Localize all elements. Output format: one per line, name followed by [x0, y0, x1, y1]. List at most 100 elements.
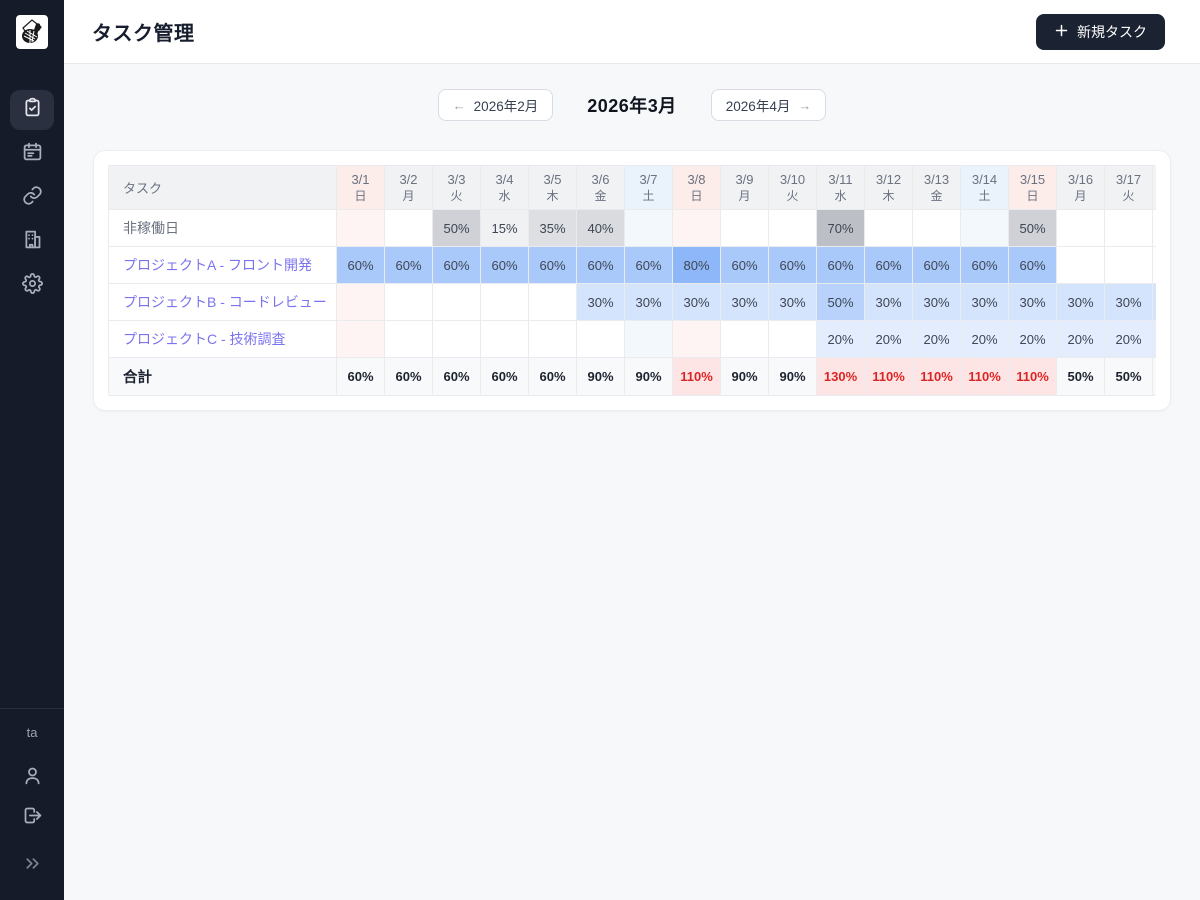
- date-header: 3/14 土: [960, 165, 1009, 210]
- collapse-sidebar-button[interactable]: [10, 846, 54, 886]
- allocation-cell: 20%: [1104, 320, 1153, 358]
- allocation-cell: [720, 209, 769, 247]
- user-icon: [22, 765, 43, 791]
- app-logo: [16, 15, 48, 49]
- allocation-cell: [576, 320, 625, 358]
- total-cell: 110%: [1008, 357, 1057, 396]
- plus-icon: [1054, 23, 1069, 41]
- date-header: 3/7 土: [624, 165, 673, 210]
- date-header: 3/17 火: [1104, 165, 1153, 210]
- calendar-icon: [22, 141, 43, 167]
- allocation-cell: [912, 209, 961, 247]
- allocation-cell: 50%: [816, 283, 865, 321]
- allocation-cell: [1056, 209, 1105, 247]
- date-header: 3/16 月: [1056, 165, 1105, 210]
- allocation-cell: [1152, 209, 1156, 247]
- allocation-cell: 20%: [1152, 320, 1156, 358]
- gear-icon: [21, 273, 43, 299]
- allocation-cell: [768, 209, 817, 247]
- task-row: プロジェクトB - コードレビュー 30% 30% 30% 30% 30% 50% 30% 30…: [108, 283, 1156, 321]
- sidebar: ta: [0, 0, 64, 900]
- allocation-cell: [528, 283, 577, 321]
- allocation-cell: 50%: [432, 209, 481, 247]
- task-column-header: タスク: [108, 165, 337, 210]
- allocation-cell: [672, 320, 721, 358]
- new-task-button-label: 新規タスク: [1077, 23, 1147, 40]
- allocation-cell: 60%: [960, 246, 1009, 284]
- task-row: 非稼働日 50% 15% 35% 40% 70% 50%: [108, 209, 1156, 247]
- row-label: 非稼働日: [108, 209, 337, 247]
- allocation-cell: 30%: [1008, 283, 1057, 321]
- sidebar-footer: ta: [0, 708, 64, 900]
- allocation-cell: 60%: [336, 246, 385, 284]
- prev-month-label: 2026年2月: [473, 99, 539, 114]
- allocation-cell: 80%: [672, 246, 721, 284]
- logo-image: [22, 19, 42, 43]
- allocation-cell: [720, 320, 769, 358]
- total-cell: 110%: [960, 357, 1009, 396]
- allocation-cell: 20%: [816, 320, 865, 358]
- allocation-cell: [768, 320, 817, 358]
- allocation-cell: 20%: [960, 320, 1009, 358]
- allocation-cell: [960, 209, 1009, 247]
- total-cell: 60%: [480, 357, 529, 396]
- table-clip: タスク 3/1 日 3/2 月 3/3 火 3/4 水 3/5 木 3/6 金 3/7 土 3/8 日 3/9 月 3…: [108, 165, 1156, 396]
- logout-button[interactable]: [10, 798, 54, 838]
- link-icon: [22, 185, 43, 211]
- total-cell: [1152, 357, 1156, 396]
- total-cell: 50%: [1056, 357, 1105, 396]
- chevrons-right-icon: [22, 853, 43, 879]
- prev-month-button[interactable]: ← 2026年2月: [437, 89, 554, 121]
- project-link[interactable]: プロジェクトA - フロント開発: [108, 246, 337, 284]
- page-title: タスク管理: [92, 23, 195, 45]
- total-cell: 60%: [432, 357, 481, 396]
- allocation-cell: [432, 320, 481, 358]
- new-task-button[interactable]: 新規タスク: [1036, 13, 1165, 50]
- logout-icon: [22, 805, 43, 831]
- user-menu-button[interactable]: [10, 758, 54, 798]
- allocation-cell: [624, 320, 673, 358]
- date-header: 3/8 日: [672, 165, 721, 210]
- allocation-cell: 35%: [528, 209, 577, 247]
- allocation-cell: 60%: [624, 246, 673, 284]
- allocation-cell: 20%: [1056, 320, 1105, 358]
- allocation-cell: [336, 320, 385, 358]
- allocation-cell: [480, 320, 529, 358]
- allocation-cell: 30%: [1056, 283, 1105, 321]
- allocation-cell: 30%: [720, 283, 769, 321]
- allocation-cell: 30%: [768, 283, 817, 321]
- project-link[interactable]: プロジェクトC - 技術調査: [108, 320, 337, 358]
- total-cell: 110%: [912, 357, 961, 396]
- allocation-cell: [336, 283, 385, 321]
- allocation-cell: 30%: [960, 283, 1009, 321]
- date-header: 3/13 金: [912, 165, 961, 210]
- next-month-button[interactable]: 2026年4月 →: [710, 89, 827, 121]
- sidebar-item-company[interactable]: [10, 222, 54, 262]
- header: タスク管理 新規タスク: [64, 0, 1200, 64]
- table-header-row: タスク 3/1 日 3/2 月 3/3 火 3/4 水 3/5 木 3/6 金 3/7 土 3/8 日 3/9 月 3…: [108, 165, 1156, 210]
- allocation-cell: 15%: [480, 209, 529, 247]
- allocation-cell: [384, 320, 433, 358]
- allocation-cell: 60%: [768, 246, 817, 284]
- date-header: 3/6 金: [576, 165, 625, 210]
- allocation-cell: 60%: [576, 246, 625, 284]
- allocation-cell: 60%: [816, 246, 865, 284]
- allocation-cell: 60%: [384, 246, 433, 284]
- total-label: 合計: [108, 357, 337, 396]
- sidebar-item-calendar[interactable]: [10, 134, 54, 174]
- allocation-cell: [480, 283, 529, 321]
- allocation-card: タスク 3/1 日 3/2 月 3/3 火 3/4 水 3/5 木 3/6 金 3/7 土 3/8 日 3/9 月 3…: [93, 150, 1171, 411]
- total-cell: 60%: [384, 357, 433, 396]
- sidebar-item-links[interactable]: [10, 178, 54, 218]
- project-link[interactable]: プロジェクトB - コードレビュー: [108, 283, 337, 321]
- allocation-cell: 70%: [816, 209, 865, 247]
- allocation-cell: 60%: [1008, 246, 1057, 284]
- total-cell: 90%: [720, 357, 769, 396]
- current-month-label: 2026年3月: [587, 96, 677, 116]
- arrow-left-icon: ←: [452, 97, 466, 113]
- sidebar-item-tasks[interactable]: [10, 90, 54, 130]
- allocation-cell: [384, 283, 433, 321]
- task-row: プロジェクトA - フロント開発 60% 60% 60% 60% 60% 60% 60% 80%…: [108, 246, 1156, 284]
- sidebar-item-settings[interactable]: [10, 266, 54, 306]
- date-header: 3/1 日: [336, 165, 385, 210]
